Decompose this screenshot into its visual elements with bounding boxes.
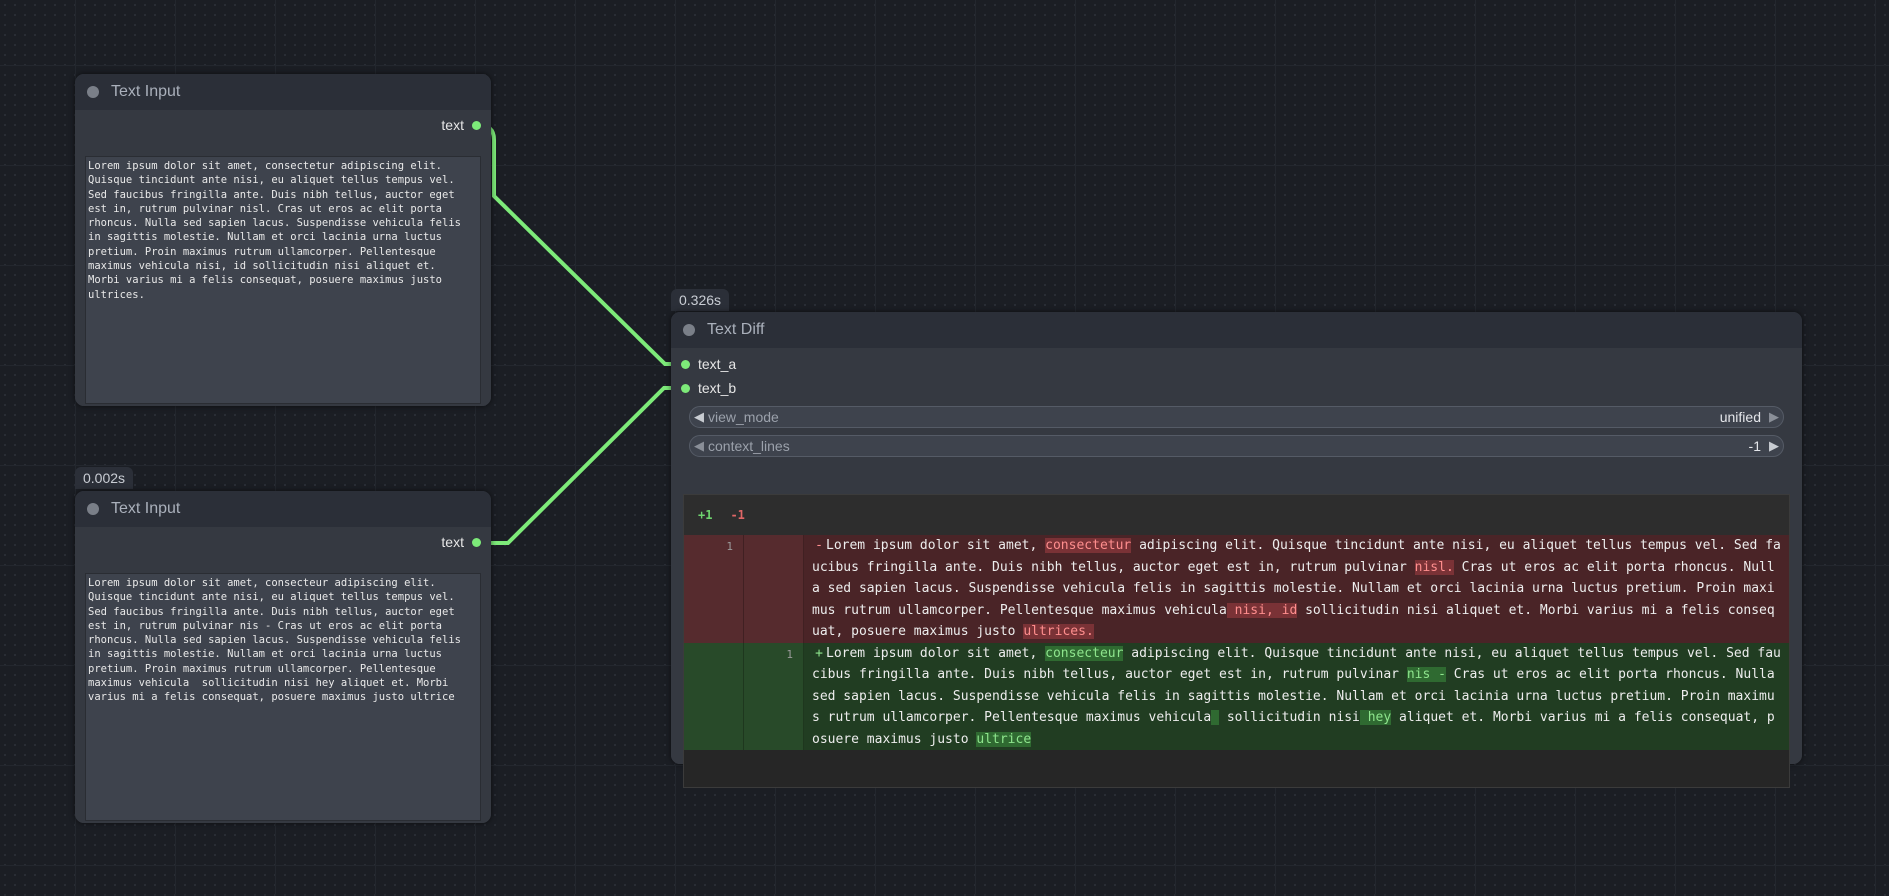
- collapse-dot-icon[interactable]: [87, 503, 99, 515]
- added-highlight: ultrice: [976, 731, 1032, 747]
- text-input-area[interactable]: Lorem ipsum dolor sit amet, consecteur a…: [85, 573, 481, 821]
- removed-highlight: nisl.: [1414, 559, 1454, 575]
- input-label: text_a: [698, 356, 737, 372]
- output-label: text: [441, 117, 464, 133]
- input-label: text_b: [698, 380, 737, 396]
- node-title-bar[interactable]: Text Input: [75, 74, 491, 110]
- added-highlight: consecteur: [1045, 645, 1124, 661]
- collapse-dot-icon[interactable]: [683, 324, 695, 336]
- removed-highlight: ultrices.: [1023, 624, 1094, 639]
- new-line-number: 1: [744, 642, 804, 750]
- new-line-number: [744, 535, 804, 643]
- text-diff-node[interactable]: Text Diff text_a text_b ◀ view_mode unif…: [671, 312, 1802, 788]
- node-title: Text Diff: [707, 321, 765, 338]
- node-body: text Lorem ipsum dolor sit amet, consect…: [75, 527, 491, 823]
- collapse-dot-icon[interactable]: [87, 86, 99, 98]
- node-title-bar[interactable]: Text Input: [75, 491, 491, 527]
- text-input-node-2[interactable]: Text Input text Lorem ipsum dolor sit am…: [75, 491, 491, 823]
- node-title-bar[interactable]: Text Diff: [671, 312, 1802, 348]
- output-slot-text[interactable]: text: [441, 534, 481, 550]
- diff-stats: +1 -1: [684, 495, 1789, 535]
- node-title: Text Input: [111, 500, 181, 517]
- arrow-right-icon[interactable]: ▶: [1765, 438, 1783, 454]
- input-slot-text-b[interactable]: text_b: [681, 380, 736, 396]
- added-count: +1: [698, 508, 713, 522]
- output-port-icon[interactable]: [472, 537, 481, 547]
- minus-sign-icon: -: [815, 538, 823, 553]
- added-segment: Lorem ipsum dolor sit amet,: [826, 645, 1046, 661]
- node-title: Text Input: [111, 83, 181, 100]
- old-line-number: 1: [684, 535, 744, 643]
- removed-count: -1: [730, 508, 745, 522]
- removed-highlight: nisi, id: [1226, 602, 1298, 618]
- arrow-left-icon[interactable]: ◀: [690, 409, 708, 425]
- widget-value: unified: [1719, 409, 1761, 425]
- wire-text-a[interactable]: [479, 124, 683, 366]
- output-port-icon[interactable]: [472, 120, 481, 130]
- plus-sign-icon: +: [815, 645, 823, 661]
- removed-highlight: consectetur: [1045, 538, 1132, 553]
- output-label: text: [441, 534, 464, 550]
- input-slot-text-a[interactable]: text_a: [681, 356, 736, 372]
- execution-time-badge: 0.002s: [75, 467, 134, 489]
- diff-line-added: 1 + Lorem ipsum dolor sit amet, consecteu…: [684, 642, 1789, 751]
- widget-label: context_lines: [708, 438, 790, 454]
- added-highlight: hey: [1359, 710, 1392, 725]
- context-lines-number[interactable]: ◀ context_lines -1 ▶: [689, 435, 1784, 457]
- input-port-icon[interactable]: [681, 383, 690, 393]
- arrow-right-icon[interactable]: ▶: [1765, 409, 1783, 425]
- old-line-number: [684, 642, 744, 750]
- node-body: text_a text_b ◀ view_mode unified ▶ ◀ co…: [671, 348, 1802, 788]
- added-segment: sollicitudin nisi: [1219, 710, 1360, 725]
- removed-line-text: - Lorem ipsum dolor sit amet, consectetur…: [804, 535, 1789, 643]
- diff-line-removed: 1 - Lorem ipsum dolor sit amet, consectet…: [684, 535, 1789, 643]
- execution-time-badge: 0.326s: [671, 289, 730, 311]
- arrow-left-icon[interactable]: ◀: [690, 438, 708, 454]
- removed-segment: Lorem ipsum dolor sit amet,: [826, 538, 1046, 553]
- view-mode-combo[interactable]: ◀ view_mode unified ▶: [689, 406, 1784, 428]
- text-input-node-1[interactable]: Text Input text Lorem ipsum dolor sit am…: [75, 74, 491, 406]
- wire-text-b[interactable]: [479, 386, 683, 545]
- added-highlight: [1211, 710, 1219, 725]
- widget-label: view_mode: [708, 409, 779, 425]
- output-slot-text[interactable]: text: [441, 117, 481, 133]
- text-input-area[interactable]: Lorem ipsum dolor sit amet, consectetur …: [85, 156, 481, 404]
- node-body: text Lorem ipsum dolor sit amet, consect…: [75, 110, 491, 406]
- diff-output-panel: +1 -1 1 - Lorem ipsum dolor sit amet, con…: [683, 494, 1790, 788]
- added-line-text: + Lorem ipsum dolor sit amet, consecteur …: [804, 643, 1789, 751]
- widget-value: -1: [1748, 438, 1761, 454]
- input-port-icon[interactable]: [681, 359, 690, 369]
- added-highlight: nis -: [1406, 667, 1446, 682]
